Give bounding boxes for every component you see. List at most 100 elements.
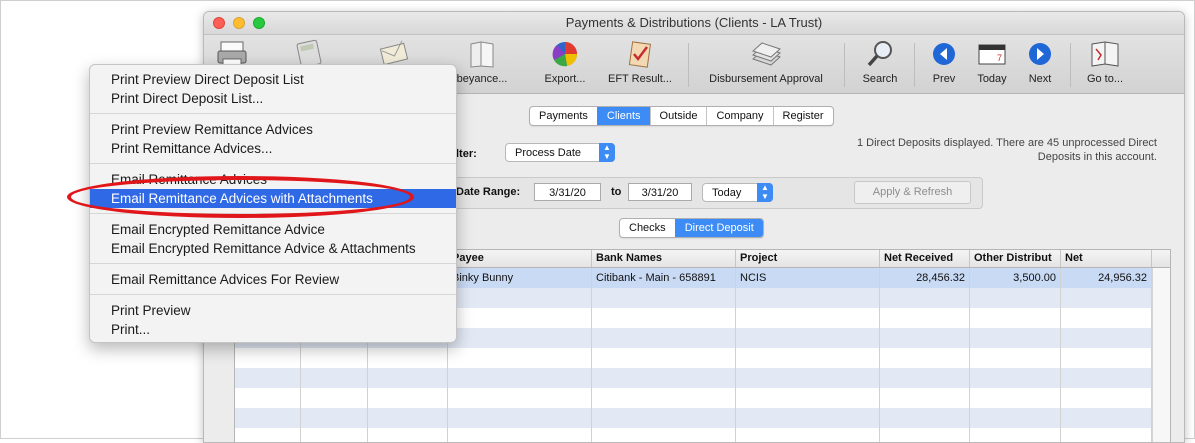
cell-blank <box>235 408 301 428</box>
cell-bank-name <box>592 348 736 368</box>
menu-item-print-remittance-advices[interactable]: Print Remittance Advices... <box>90 139 456 158</box>
chevron-updown-icon: ▲ ▼ <box>599 143 615 162</box>
cell-blank <box>368 368 448 388</box>
cell-project <box>736 328 880 348</box>
table-row[interactable] <box>235 428 1152 442</box>
date-to-label: to <box>611 186 622 198</box>
cell-payee <box>448 428 592 442</box>
cell-blank <box>235 348 301 368</box>
menu-separator <box>90 113 456 114</box>
filter-select[interactable]: Process Date ▲ ▼ <box>505 143 615 162</box>
menu-item-email-encrypted-remittance-advice[interactable]: Email Encrypted Remittance Advice <box>90 220 456 239</box>
toolbar-next-button[interactable]: Next <box>1018 39 1062 91</box>
table-row[interactable] <box>235 388 1152 408</box>
toolbar-disbursement-approval-button[interactable]: Disbursement Approval <box>700 39 832 91</box>
magnifier-icon <box>867 41 892 67</box>
date-preset-select[interactable]: Today ▲ ▼ <box>702 183 773 202</box>
cell-other-distributions <box>970 288 1061 308</box>
column-header-bank-names[interactable]: Bank Names <box>592 250 736 267</box>
cell-blank <box>301 428 368 442</box>
column-header-net-received[interactable]: Net Received <box>880 250 970 267</box>
toolbar-today-button[interactable]: 7 Today <box>970 39 1014 91</box>
column-header-project[interactable]: Project <box>736 250 880 267</box>
toolbar-export-button[interactable]: Export... <box>538 39 592 91</box>
cell-blank <box>368 428 448 442</box>
cell-payee <box>448 388 592 408</box>
column-header-other-distributions[interactable]: Other Distribut <box>970 250 1061 267</box>
cell-payee <box>448 368 592 388</box>
table-row[interactable] <box>235 408 1152 428</box>
cell-net-received <box>880 428 970 442</box>
menu-item-email-remittance-advices[interactable]: Email Remittance Advices <box>90 170 456 189</box>
toolbar-search-button[interactable]: Search <box>856 39 904 91</box>
prev-arrow-icon <box>933 43 955 65</box>
tab-register[interactable]: Register <box>772 107 833 125</box>
cell-payee <box>448 328 592 348</box>
close-window-button[interactable] <box>213 17 225 29</box>
toolbar-separator <box>914 43 915 87</box>
cell-net <box>1061 388 1152 408</box>
cell-project <box>736 348 880 368</box>
menu-item-print-preview-direct-deposit-list[interactable]: Print Preview Direct Deposit List <box>90 70 456 89</box>
column-header-net[interactable]: Net <box>1061 250 1152 267</box>
toolbar-abeyance-button[interactable]: beyance... <box>454 39 510 91</box>
zoom-window-button[interactable] <box>253 17 265 29</box>
tab-company[interactable]: Company <box>706 107 772 125</box>
menu-item-email-encrypted-remittance-advice-attachments[interactable]: Email Encrypted Remittance Advice & Atta… <box>90 239 456 258</box>
toolbar-prev-button[interactable]: Prev <box>922 39 966 91</box>
cell-bank-name <box>592 388 736 408</box>
table-scroll-gutter[interactable] <box>1152 268 1170 442</box>
date-to-field[interactable]: 3/31/20 <box>628 183 692 201</box>
tab-clients[interactable]: Clients <box>596 107 650 125</box>
cell-blank <box>368 408 448 428</box>
menu-item-print-preview[interactable]: Print Preview <box>90 301 456 320</box>
cell-blank <box>301 348 368 368</box>
menu-separator <box>90 263 456 264</box>
menu-item-print-preview-remittance-advices[interactable]: Print Preview Remittance Advices <box>90 120 456 139</box>
cell-other-distributions <box>970 408 1061 428</box>
cell-bank-name: Citibank - Main - 658891 <box>592 268 736 288</box>
cell-blank <box>301 368 368 388</box>
cell-other-distributions <box>970 328 1061 348</box>
tab-outside[interactable]: Outside <box>649 107 707 125</box>
cell-other-distributions <box>970 428 1061 442</box>
cell-net-received <box>880 348 970 368</box>
cell-net <box>1061 408 1152 428</box>
tab-direct-deposit[interactable]: Direct Deposit <box>674 219 763 237</box>
toolbar-eft-result-button[interactable]: EFT Result... <box>602 39 678 91</box>
table-row[interactable] <box>235 348 1152 368</box>
cell-payee <box>448 348 592 368</box>
apply-refresh-button[interactable]: Apply & Refresh <box>854 181 971 204</box>
menu-item-print-direct-deposit-list[interactable]: Print Direct Deposit List... <box>90 89 456 108</box>
cell-payee <box>448 308 592 328</box>
table-row[interactable] <box>235 368 1152 388</box>
date-from-field[interactable]: 3/31/20 <box>534 183 601 201</box>
cell-net: 24,956.32 <box>1061 268 1152 288</box>
svg-text:7: 7 <box>997 53 1002 63</box>
cell-net-received <box>880 388 970 408</box>
cell-bank-name <box>592 428 736 442</box>
cell-bank-name <box>592 288 736 308</box>
date-range-group: Date Range: 3/31/20 to 3/31/20 Today ▲ ▼ … <box>448 177 983 209</box>
menu-item-email-remittance-advices-with-attachments[interactable]: Email Remittance Advices with Attachment… <box>90 189 456 208</box>
toolbar-separator <box>844 43 845 87</box>
minimize-window-button[interactable] <box>233 17 245 29</box>
cell-net-received <box>880 328 970 348</box>
tab-checks[interactable]: Checks <box>620 219 675 237</box>
cell-net <box>1061 308 1152 328</box>
toolbar-goto-button[interactable]: Go to... <box>1080 39 1130 91</box>
cell-net-received <box>880 408 970 428</box>
menu-item-print[interactable]: Print... <box>90 320 456 339</box>
cell-project <box>736 428 880 442</box>
menu-item-email-remittance-advices-for-review[interactable]: Email Remittance Advices For Review <box>90 270 456 289</box>
tab-payments[interactable]: Payments <box>530 107 597 125</box>
cell-project <box>736 388 880 408</box>
view-tabs: Payments Clients Outside Company Registe… <box>529 106 834 126</box>
toolbar-separator <box>1070 43 1071 87</box>
cell-net <box>1061 288 1152 308</box>
column-header-payee[interactable]: Payee <box>448 250 592 267</box>
filter-label: lter: <box>456 148 477 160</box>
toolbar-separator <box>688 43 689 87</box>
cell-project <box>736 288 880 308</box>
cell-net <box>1061 368 1152 388</box>
